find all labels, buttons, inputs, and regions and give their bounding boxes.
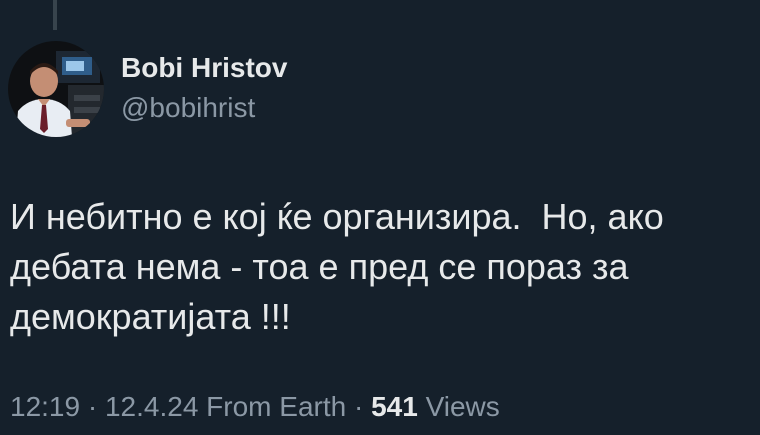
author-handle[interactable]: @bobihrist <box>121 92 255 124</box>
avatar[interactable] <box>8 41 104 137</box>
tweet-date[interactable]: 12.4.24 <box>105 391 198 422</box>
thread-connector-line <box>53 0 57 30</box>
meta-separator: · <box>80 391 105 422</box>
tweet-time[interactable]: 12:19 <box>10 391 80 422</box>
tweet-meta: 12:19 · 12.4.24 From Earth · 541 Views <box>10 391 500 423</box>
views-label: Views <box>417 391 500 422</box>
author-display-name[interactable]: Bobi Hristov <box>121 52 287 84</box>
views-count[interactable]: 541 <box>371 391 418 422</box>
tweet-source: From Earth <box>198 391 347 422</box>
meta-separator: · <box>346 391 372 422</box>
avatar-photo <box>8 41 104 137</box>
tweet-text: И небитно е кој ќе организира. Но, ако д… <box>10 196 664 337</box>
